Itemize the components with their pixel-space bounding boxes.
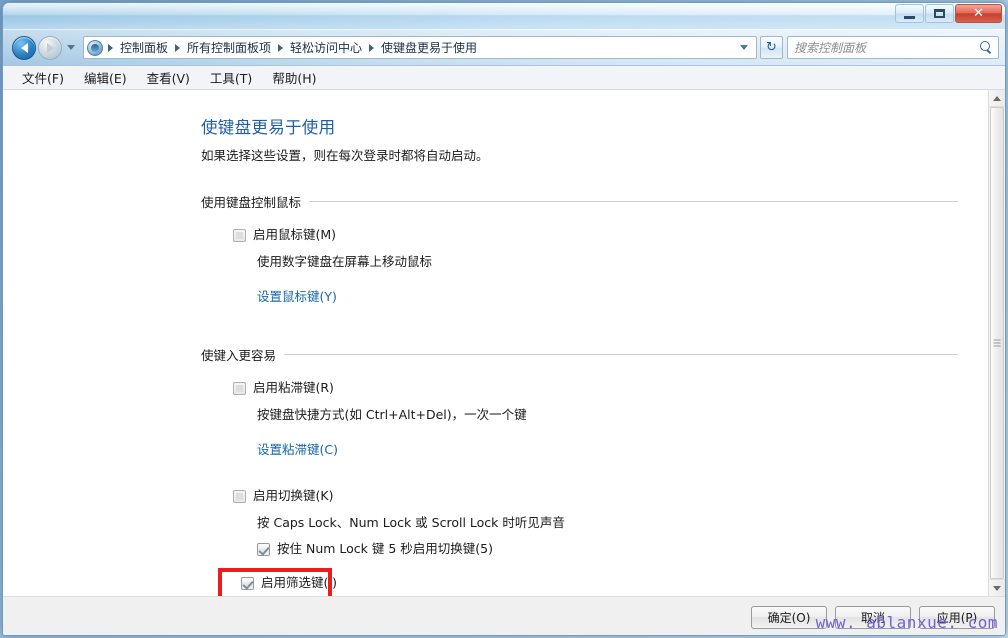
checkbox-enable-mouse-keys[interactable] <box>233 229 246 242</box>
menu-item-tools[interactable]: 工具(T) <box>201 65 261 90</box>
menu-item-view[interactable]: 查看(V) <box>138 65 199 90</box>
chevron-down-icon <box>67 45 75 50</box>
search-input[interactable] <box>792 39 979 56</box>
section-typing-easier-header: 使键入更容易 <box>201 345 958 364</box>
section-mouse-keys: 使用键盘控制鼠标 启用鼠标键(M) 使用数字键盘在屏幕上移动鼠标 设置鼠标键(Y… <box>201 192 958 305</box>
breadcrumb-separator[interactable] <box>369 43 375 52</box>
checkbox-row-toggle-keys[interactable]: 启用切换键(K) <box>201 488 958 504</box>
menu-item-edit[interactable]: 编辑(E) <box>75 65 136 90</box>
description-mouse-keys: 使用数字键盘在屏幕上移动鼠标 <box>257 254 433 269</box>
forward-arrow-icon <box>46 42 54 53</box>
breadcrumb-separator[interactable] <box>175 43 181 52</box>
checkbox-enable-filter-keys[interactable] <box>241 577 254 590</box>
window-controls: ✕ <box>895 4 1002 23</box>
maximize-button[interactable] <box>925 4 954 23</box>
settings-pane: 使键盘更易于使用 如果选择这些设置，则在每次登录时都将自动启动。 使用键盘控制鼠… <box>3 90 988 596</box>
scroll-down-icon <box>993 585 1001 591</box>
link-row-mouse-keys: 设置鼠标键(Y) <box>201 288 958 305</box>
section-divider <box>309 201 958 202</box>
checkbox-row-sticky-keys[interactable]: 启用粘滞键(R) <box>201 380 958 396</box>
checkbox-row-mouse-keys[interactable]: 启用鼠标键(M) <box>201 227 958 243</box>
link-row-sticky-keys: 设置粘滞键(C) <box>201 441 958 458</box>
scroll-up-button[interactable] <box>989 90 1005 107</box>
recent-pages-button[interactable] <box>64 45 78 50</box>
description-row-toggle-keys: 按 Caps Lock、Num Lock 或 Scroll Lock 时听见声音 <box>201 514 958 531</box>
back-button[interactable] <box>12 35 36 60</box>
refresh-button[interactable]: ↻ <box>760 36 783 59</box>
scroll-down-button[interactable] <box>989 579 1005 596</box>
description-row-mouse-keys: 使用数字键盘在屏幕上移动鼠标 <box>201 253 958 270</box>
checkbox-enable-toggle-keys[interactable] <box>233 490 246 503</box>
checkbox-label-enable-toggle-keys: 启用切换键(K) <box>253 488 334 503</box>
section-typing-easier: 使键入更容易 启用粘滞键(R) 按键盘快捷方式(如 Ctrl+Alt+Del)，… <box>201 345 958 596</box>
section-mouse-keys-header: 使用键盘控制鼠标 <box>201 192 958 211</box>
menu-bar: 文件(F) 编辑(E) 查看(V) 工具(T) 帮助(H) <box>3 66 1005 90</box>
scrollbar-track[interactable] <box>989 107 1005 579</box>
menu-item-help[interactable]: 帮助(H) <box>263 65 325 90</box>
menu-item-file[interactable]: 文件(F) <box>13 65 73 90</box>
close-button[interactable]: ✕ <box>955 4 1002 23</box>
scrollbar-thumb[interactable] <box>990 107 1004 579</box>
maximize-icon <box>934 9 945 18</box>
section-divider <box>284 354 958 355</box>
vertical-scrollbar[interactable] <box>988 90 1005 596</box>
minimize-button[interactable] <box>895 4 924 23</box>
description-sticky-keys: 按键盘快捷方式(如 Ctrl+Alt+Del)，一次一个键 <box>257 407 527 422</box>
page-subtitle: 如果选择这些设置，则在每次登录时都将自动启动。 <box>201 148 489 163</box>
description-row-sticky-keys: 按键盘快捷方式(如 Ctrl+Alt+Del)，一次一个键 <box>201 406 958 423</box>
scrollbar-grip-icon <box>993 339 1001 347</box>
site-watermark: www. ablanxue. com <box>815 613 998 632</box>
checkbox-row-numlock-hold[interactable]: 按住 Num Lock 键 5 秒启用切换键(5) <box>201 541 958 557</box>
breadcrumb: 控制面板 所有控制面板项 轻松访问中心 使键盘更易于使用 <box>105 37 734 58</box>
checkbox-row-filter-keys[interactable]: 启用筛选键(I) <box>201 575 958 591</box>
link-setup-sticky-keys[interactable]: 设置粘滞键(C) <box>257 441 338 458</box>
title-bar-glass-highlight <box>3 3 1005 16</box>
link-setup-mouse-keys[interactable]: 设置鼠标键(Y) <box>257 288 337 305</box>
control-panel-icon <box>87 39 103 56</box>
control-panel-window: ✕ 控制面板 所有控制面板项 轻松访问中心 使键盘更易于使用 ↻ 搜索控制面板 … <box>2 2 1006 636</box>
back-arrow-icon <box>20 42 28 53</box>
chevron-down-icon <box>740 45 748 50</box>
address-bar-row: 控制面板 所有控制面板项 轻松访问中心 使键盘更易于使用 ↻ <box>3 30 1005 66</box>
breadcrumb-item-3[interactable]: 使键盘更易于使用 <box>377 37 481 58</box>
breadcrumb-item-0[interactable]: 控制面板 <box>116 37 172 58</box>
checkbox-numlock-hold-toggle[interactable] <box>257 543 270 556</box>
section-mouse-keys-title: 使用键盘控制鼠标 <box>201 195 302 210</box>
breadcrumb-separator[interactable] <box>278 43 284 52</box>
breadcrumb-item-2[interactable]: 轻松访问中心 <box>286 37 366 58</box>
checkbox-label-enable-mouse-keys: 启用鼠标键(M) <box>253 227 337 242</box>
search-icon <box>979 40 994 55</box>
page-title: 使键盘更易于使用 <box>201 118 336 137</box>
breadcrumb-item-1[interactable]: 所有控制面板项 <box>183 37 275 58</box>
content-area: 使键盘更易于使用 如果选择这些设置，则在每次登录时都将自动启动。 使用键盘控制鼠… <box>3 90 1005 596</box>
checkbox-label-enable-sticky-keys: 启用粘滞键(R) <box>253 380 334 395</box>
search-box[interactable] <box>787 36 999 59</box>
forward-button[interactable] <box>38 35 62 60</box>
checkbox-label-numlock-hold-toggle: 按住 Num Lock 键 5 秒启用切换键(5) <box>277 541 493 556</box>
breadcrumb-separator <box>108 43 113 52</box>
description-toggle-keys: 按 Caps Lock、Num Lock 或 Scroll Lock 时听见声音 <box>257 515 565 530</box>
minimize-icon <box>904 15 915 19</box>
checkbox-label-enable-filter-keys: 启用筛选键(I) <box>261 575 337 590</box>
address-bar[interactable]: 控制面板 所有控制面板项 轻松访问中心 使键盘更易于使用 <box>83 36 757 59</box>
scroll-up-icon <box>993 95 1001 101</box>
section-typing-easier-title: 使键入更容易 <box>201 348 277 363</box>
address-dropdown-button[interactable] <box>734 45 754 50</box>
checkbox-enable-sticky-keys[interactable] <box>233 382 246 395</box>
title-bar: ✕ <box>3 3 1005 30</box>
